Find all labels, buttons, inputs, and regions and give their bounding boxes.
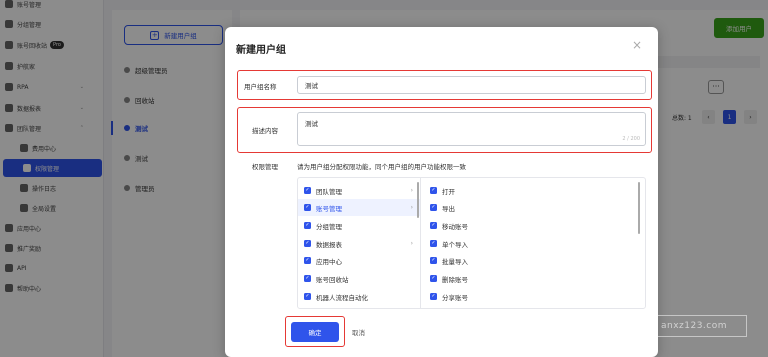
perm-module-item[interactable]: ✓ 团队管理 › xyxy=(298,182,420,199)
perm-action-item[interactable]: ✓ 删除账号 xyxy=(430,270,630,287)
checkbox-checked-icon[interactable]: ✓ xyxy=(430,222,437,229)
perm-module-label: 数据报表 xyxy=(316,240,342,249)
perm-module-label: 账号回收站 xyxy=(316,275,349,284)
perm-action-item[interactable]: ✓ 分享账号 xyxy=(430,288,630,305)
checkbox-checked-icon[interactable]: ✓ xyxy=(304,257,311,264)
perm-module-label: 账号管理 xyxy=(316,204,342,213)
perm-action-label: 单个导入 xyxy=(442,240,468,249)
cancel-button[interactable]: 取消 xyxy=(352,327,365,337)
perm-hint: 请为用户组分配权限功能，同个用户组的用户功能权限一致 xyxy=(297,163,466,171)
perm-action-label: 导出 xyxy=(442,204,455,213)
close-icon[interactable]: × xyxy=(631,39,643,51)
new-group-modal: 新建用户组 × 用户组名称 测试 描述内容 测试 2 / 200 权限管理 请为… xyxy=(225,27,658,357)
perm-action-label: 删除账号 xyxy=(442,275,468,284)
checkbox-checked-icon[interactable]: ✓ xyxy=(430,275,437,282)
perm-module-label: 机器人流程自动化 xyxy=(316,293,368,302)
perm-action-label: 移动账号 xyxy=(442,222,468,231)
checkbox-checked-icon[interactable]: ✓ xyxy=(304,204,311,211)
permission-tree: ✓ 团队管理 › ✓ 账号管理 › ✓ 分组管理 ✓ 数据报表 › ✓ 应用中心 ✓ 账号回收站 … xyxy=(297,177,646,309)
checkbox-checked-icon[interactable]: ✓ xyxy=(430,204,437,211)
perm-action-label: 打开 xyxy=(442,187,455,196)
confirm-button[interactable]: 确定 xyxy=(291,322,339,342)
perm-module-label: 团队管理 xyxy=(316,187,342,196)
checkbox-checked-icon[interactable]: ✓ xyxy=(304,187,311,194)
perm-module-item[interactable]: ✓ 账号回收站 xyxy=(298,270,420,287)
checkbox-checked-icon[interactable]: ✓ xyxy=(430,187,437,194)
perm-action-label: 分享账号 xyxy=(442,293,468,302)
char-counter: 2 / 200 xyxy=(622,136,640,142)
checkbox-checked-icon[interactable]: ✓ xyxy=(430,257,437,264)
scrollbar[interactable] xyxy=(638,182,640,234)
perm-module-item[interactable]: ✓ 数据报表 › xyxy=(298,235,420,252)
watermark: anxz123.com xyxy=(641,315,747,337)
modal-title: 新建用户组 xyxy=(236,45,286,56)
name-label: 用户组名称 xyxy=(244,83,277,91)
checkbox-checked-icon[interactable]: ✓ xyxy=(430,293,437,300)
perm-action-item[interactable]: ✓ 导出 xyxy=(430,199,630,216)
checkbox-checked-icon[interactable]: ✓ xyxy=(304,275,311,282)
perm-module-item[interactable]: ✓ 分组管理 xyxy=(298,217,420,234)
perm-module-label: 应用中心 xyxy=(316,257,342,266)
perm-module-item[interactable]: ✓ 机器人流程自动化 xyxy=(298,288,420,305)
group-name-input[interactable]: 测试 xyxy=(297,76,646,94)
checkbox-checked-icon[interactable]: ✓ xyxy=(304,293,311,300)
perm-label: 权限管理 xyxy=(252,163,278,171)
perm-module-item-active[interactable]: ✓ 账号管理 › xyxy=(298,199,420,216)
scrollbar[interactable] xyxy=(417,182,419,218)
chevron-right-icon: › xyxy=(410,240,413,247)
chevron-right-icon: › xyxy=(410,187,413,194)
perm-action-label: 批量导入 xyxy=(442,257,468,266)
desc-label: 描述内容 xyxy=(252,127,278,135)
perm-action-item[interactable]: ✓ 打开 xyxy=(430,182,630,199)
perm-module-label: 分组管理 xyxy=(316,222,342,231)
perm-action-item[interactable]: ✓ 单个导入 xyxy=(430,235,630,252)
checkbox-checked-icon[interactable]: ✓ xyxy=(304,222,311,229)
perm-action-item[interactable]: ✓ 批量导入 xyxy=(430,252,630,269)
perm-action-item[interactable]: ✓ 移动账号 xyxy=(430,217,630,234)
checkbox-checked-icon[interactable]: ✓ xyxy=(304,240,311,247)
chevron-right-icon: › xyxy=(410,204,413,211)
perm-module-item[interactable]: ✓ 应用中心 xyxy=(298,252,420,269)
description-value: 测试 xyxy=(305,120,318,128)
permission-modules: ✓ 团队管理 › ✓ 账号管理 › ✓ 分组管理 ✓ 数据报表 › ✓ 应用中心 ✓ 账号回收站 … xyxy=(298,178,421,308)
description-textarea[interactable]: 测试 2 / 200 xyxy=(297,112,646,146)
checkbox-checked-icon[interactable]: ✓ xyxy=(430,240,437,247)
